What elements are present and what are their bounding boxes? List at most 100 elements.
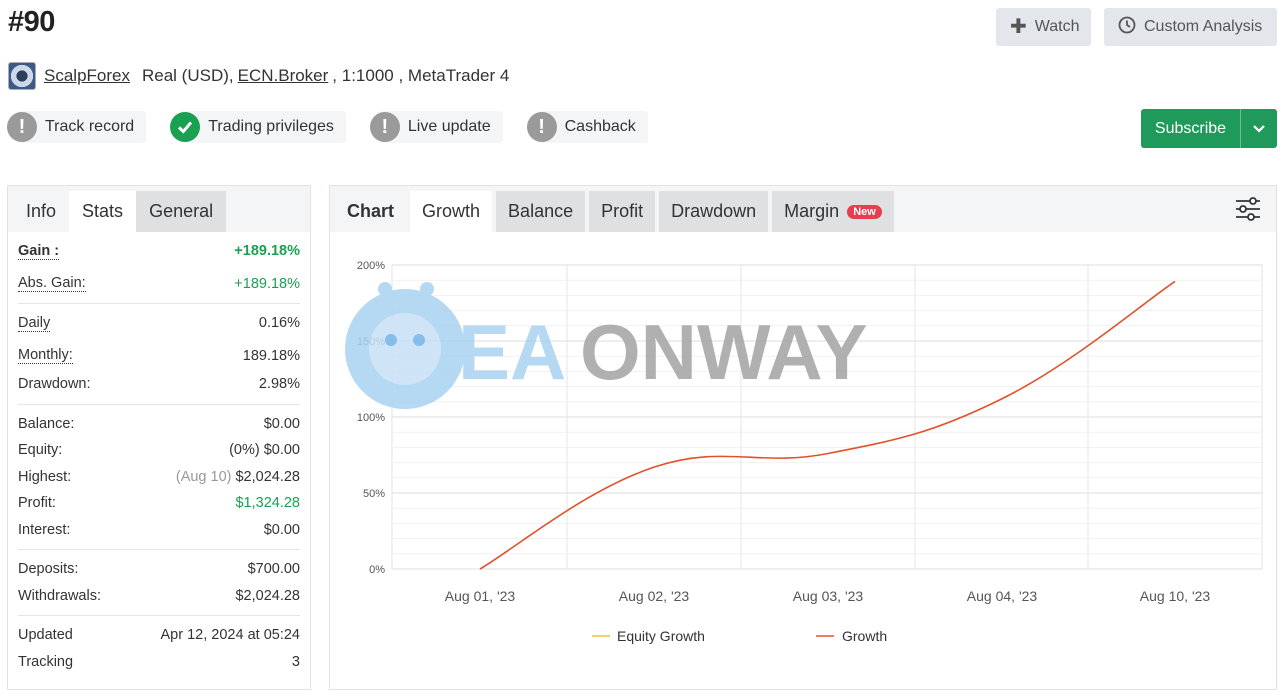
exclamation-icon: !: [7, 112, 37, 142]
watch-button[interactable]: ✚ Watch: [996, 8, 1091, 46]
divider: [18, 549, 300, 550]
stat-label: Updated: [18, 627, 73, 644]
stat-label: Withdrawals:: [18, 587, 101, 604]
stat-withdrawals: Withdrawals: $2,024.28: [18, 583, 300, 610]
badge-live-update[interactable]: ! Live update: [369, 111, 503, 143]
stat-abs-gain: Abs. Gain: +189.18%: [18, 271, 300, 298]
tab-general[interactable]: General: [136, 191, 227, 232]
x-tick-label: Aug 01, '23: [445, 588, 516, 604]
broker-logo-icon: [8, 62, 36, 90]
exclamation-icon: !: [369, 112, 400, 142]
growth-chart: 0%50%100%150%200%Aug 01, '23Aug 02, '23A…: [345, 260, 1263, 644]
stat-drawdown: Drawdown: 2.98%: [18, 371, 300, 398]
badge-label: Track record: [45, 118, 135, 135]
tab-growth[interactable]: Growth: [410, 191, 493, 232]
stat-value: $2,024.28: [235, 587, 300, 604]
stat-updated: Updated Apr 12, 2024 at 05:24: [18, 622, 300, 649]
stat-label: Equity:: [18, 442, 63, 459]
tab-balance[interactable]: Balance: [496, 191, 586, 232]
tab-info[interactable]: Info: [13, 191, 69, 232]
stat-profit: Profit: $1,324.28: [18, 490, 300, 517]
badge-cashback[interactable]: ! Cashback: [526, 111, 648, 143]
subscribe-label: Subscribe: [1154, 119, 1227, 137]
badge-label: Trading privileges: [208, 118, 334, 135]
tab-profit[interactable]: Profit: [589, 191, 656, 232]
stat-daily: Daily 0.16%: [18, 310, 300, 337]
y-tick-label: 200%: [357, 260, 385, 272]
stat-label: Tracking: [18, 653, 74, 670]
stat-label: Profit:: [18, 495, 56, 512]
divider: [18, 615, 300, 616]
server-link[interactable]: ECN.Broker: [238, 66, 329, 86]
clock-icon: [1118, 16, 1136, 38]
stat-value: 2.98%: [258, 376, 300, 393]
tab-stats[interactable]: Stats: [69, 191, 137, 232]
stat-monthly: Monthly: 189.18%: [18, 343, 300, 370]
badge-trading-privileges[interactable]: Trading privileges: [170, 111, 346, 143]
watermark-robot-eye: [413, 334, 425, 346]
stat-label: Interest:: [18, 521, 71, 538]
stat-value: $2,024.28: [235, 468, 300, 485]
watermark-text-onway: ONWAY: [580, 308, 868, 396]
stat-label: Highest:: [18, 468, 72, 485]
y-tick-label: 50%: [363, 488, 385, 500]
stat-value: $700.00: [247, 561, 300, 578]
page-title: #90: [8, 6, 55, 38]
exclamation-icon: !: [526, 112, 557, 142]
account-info-line: ScalpForex Real (USD), ECN.Broker , 1:10…: [8, 62, 509, 90]
stat-value: 3: [291, 653, 300, 670]
stat-value: +189.18%: [234, 275, 300, 292]
y-tick-label: 100%: [357, 412, 385, 424]
watermark-text-ea: EA: [458, 308, 566, 396]
account-type: Real (USD),: [141, 66, 234, 85]
stat-label: Drawdown:: [18, 376, 91, 393]
legend-growth: Growth: [842, 628, 887, 644]
stat-value: $1,324.28: [235, 495, 300, 512]
x-tick-label: Aug 03, '23: [793, 588, 864, 604]
stat-interest: Interest: $0.00: [18, 517, 300, 544]
tab-margin-label: Margin: [784, 201, 840, 221]
watermark-robot-antenna: [420, 282, 434, 296]
stat-value: 189.18%: [242, 347, 300, 364]
divider: [18, 303, 300, 304]
broker-link[interactable]: ScalpForex: [44, 66, 130, 86]
badge-label: Cashback: [564, 118, 636, 135]
watermark-robot-face: [369, 313, 441, 385]
chart-panel: Chart Growth Balance Profit Drawdown Mar…: [329, 185, 1277, 690]
watermark-robot-eye: [385, 334, 397, 346]
custom-analysis-label: Custom Analysis: [1144, 18, 1263, 35]
tab-chart: Chart: [347, 201, 395, 221]
subscribe-button[interactable]: Subscribe: [1141, 109, 1277, 148]
legend-equity-growth: Equity Growth: [617, 628, 705, 644]
stat-value: $0.00: [263, 521, 300, 538]
plus-icon: ✚: [1010, 16, 1027, 38]
x-tick-label: Aug 04, '23: [967, 588, 1038, 604]
watch-label: Watch: [1034, 18, 1080, 35]
tab-drawdown[interactable]: Drawdown: [659, 191, 769, 232]
custom-analysis-button[interactable]: Custom Analysis: [1104, 8, 1277, 46]
stat-gain: Gain : +189.18%: [18, 238, 300, 265]
stat-value: 0.16%: [258, 315, 300, 332]
x-tick-label: Aug 02, '23: [619, 588, 690, 604]
new-badge: New: [847, 204, 882, 219]
stat-balance: Balance: $0.00: [18, 411, 300, 438]
stats-list: Gain : +189.18% Abs. Gain: +189.18% Dail…: [8, 238, 310, 675]
verification-badges: ! Track record Trading privileges ! Live…: [7, 111, 648, 143]
stat-deposits: Deposits: $700.00: [18, 556, 300, 583]
stat-equity: Equity: (0%) $0.00: [18, 437, 300, 464]
chart-tabs: Chart Growth Balance Profit Drawdown Mar…: [330, 186, 1276, 232]
chevron-down-icon[interactable]: [1240, 109, 1277, 148]
badge-label: Live update: [407, 118, 491, 135]
stat-label: Deposits:: [18, 561, 79, 578]
stat-prefix: (0%): [229, 442, 260, 459]
stat-highest: Highest: (Aug 10) $2,024.28: [18, 464, 300, 491]
stat-value: $0.00: [263, 442, 300, 459]
settings-sliders-icon[interactable]: [1234, 196, 1262, 222]
stats-panel: Info Stats General Gain : +189.18% Abs. …: [7, 185, 311, 690]
tab-margin[interactable]: Margin New: [772, 191, 894, 232]
checkmark-icon: [170, 112, 201, 142]
badge-track-record[interactable]: ! Track record: [7, 111, 147, 143]
stat-value: Apr 12, 2024 at 05:24: [160, 627, 300, 644]
watermark-robot-antenna: [378, 282, 392, 296]
stat-label: Daily: [18, 314, 51, 332]
